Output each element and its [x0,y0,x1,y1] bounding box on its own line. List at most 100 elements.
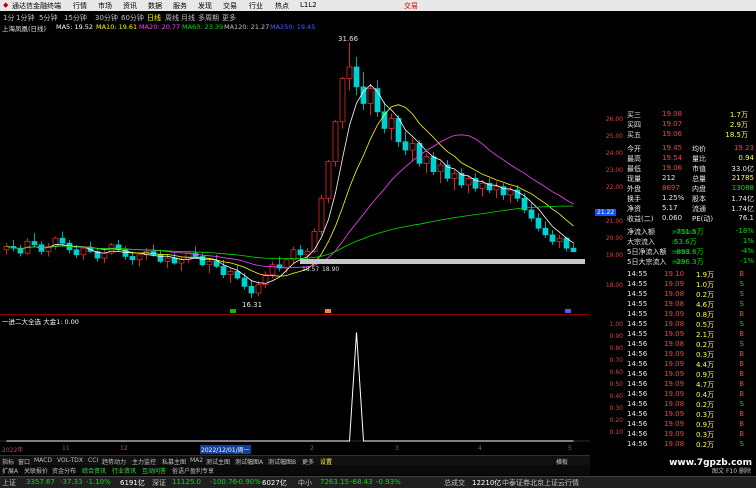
period-tab[interactable]: 60分钟 [121,13,144,23]
period-tab-selected[interactable]: 日线 [147,13,161,23]
side-tab[interactable]: F10 [726,468,737,475]
candle-body [570,247,577,252]
axis-tick: 20.00 [605,235,623,242]
axis-tick: 0.90 [609,333,623,340]
menu-item-hangqing[interactable]: 行情 [73,1,87,11]
flow-value: -893.6万 [674,248,704,256]
bottom-tab[interactable]: 关联报价 [24,466,48,475]
stat-value: 0.94 [738,154,754,162]
order-price: 19.06 [662,130,683,138]
tick-time: 14:56 [627,340,648,348]
app-logo-icon: ◆ [3,1,9,9]
candle-body [255,284,262,294]
menu-item-shichang[interactable]: 市场 [98,1,112,11]
bottom-tab[interactable]: 综合资讯 [82,466,106,475]
menu-item-redian[interactable]: 热点 [275,1,289,11]
tick-volume: 0.3万 [696,431,715,439]
tick-side: S [739,290,744,298]
candle-body [227,271,234,276]
candle-body [248,286,255,294]
tab-vol-tdx[interactable]: VOL-TDX [57,457,83,464]
bottom-tab[interactable]: 俗语户盈利专享 [172,466,214,475]
tick-volume: 0.2万 [696,441,715,449]
candle-body [241,277,248,287]
menu-item-hangye[interactable]: 行业 [249,1,263,11]
menu-item-zixun[interactable]: 资讯 [123,1,137,11]
status-item: -100.76 [210,478,238,486]
menu-bar: ◆ 通达信金融终端 行情 市场 资讯 数据 服务 发现 交易 行业 热点 L1L… [0,0,756,11]
candlestick-chart[interactable]: 31.66 16.31 18.57 18.90 [0,33,590,313]
menu-item-fuwu[interactable]: 服务 [173,1,187,11]
tick-time: 14:56 [627,360,648,368]
indicator-chart[interactable] [0,325,590,443]
tick-side: B [739,420,744,428]
period-tab[interactable]: 周线 [165,13,179,23]
tick-time: 14:55 [627,280,648,288]
tick-volume: 0.4万 [696,391,715,399]
candle-body [465,177,472,186]
flow-row: 大宗流入 53.6万 1% [626,237,756,247]
menu-item-faxian[interactable]: 发现 [198,1,212,11]
menu-item-l1l2[interactable]: L1L2 [300,1,317,9]
period-tab[interactable]: 15分钟 [64,13,87,23]
tick-time: 14:55 [627,290,648,298]
flow-label: 5日大宗流入 [627,258,667,266]
period-tab[interactable]: 5分钟 [39,13,57,23]
period-tab[interactable]: 多周期 [198,13,219,23]
tick-volume: 4.7万 [696,381,715,389]
indicator-line [6,332,574,442]
axis-tick: 0.20 [609,417,623,424]
flow-label: 净流入额 [627,228,655,236]
quote-panel: 买三 19.08 1.7万 买四 19.07 2.9万 买五 19.06 18.5万 今开 19.4… [626,110,756,449]
ma120-label: MA120: 21.27 [224,23,270,31]
tick-price: 19.08 [664,440,685,448]
ma5-line [6,84,574,284]
tick-volume: 1.0万 [696,281,715,289]
tick-volume: 0.2万 [696,341,715,349]
time-label: 4 [478,445,482,452]
bottom-tab[interactable]: 行业资讯 [112,466,136,475]
candle-body [493,186,500,191]
stat-value: 76.1 [738,214,754,222]
stat-label: PE(动) [692,215,714,223]
candle-body [430,156,437,173]
stat-label: 换手 [627,195,641,203]
candle-body [507,189,514,196]
bottom-tab[interactable]: 互动问答 [142,466,166,475]
axis-tick: 25.00 [605,133,623,140]
tab-cci[interactable]: CCI [88,457,98,464]
candle-body [528,209,535,219]
stat-value: 13088 [731,184,754,192]
period-tab-more[interactable]: 更多 [222,13,236,23]
stat-value: 21785 [731,174,754,182]
axis-tick: 18.00 [605,282,623,289]
axis-tick: 26.00 [605,116,623,123]
stat-label: 最高 [627,155,641,163]
current-price-band [300,259,585,264]
stat-value: 5.17 [662,204,678,212]
ma20-label: MA20: 20.77 [139,23,181,31]
tab-ma2[interactable]: MA2 [190,457,203,464]
candle-body [136,254,143,261]
cursor-date-label: 2022/12/01/周一 [200,445,251,454]
tick-row: 14:55 19.09 2.1万 B [626,330,756,340]
period-tab[interactable]: 月线 [181,13,195,23]
tab-macd[interactable]: MACD [34,457,52,464]
signal-marker-icon [325,309,331,313]
stat-label: 收益(二) [627,215,654,223]
candle-body [297,249,304,256]
candle-body [402,141,409,151]
period-tab[interactable]: 30分钟 [95,13,118,23]
bottom-tab[interactable]: 扩展A [2,466,18,475]
menu-item-jiaoyi[interactable]: 交易 [223,1,237,11]
period-tab[interactable]: 1分钟 [16,13,34,23]
candle-body [437,164,444,173]
menu-item-shuju[interactable]: 数据 [148,1,162,11]
period-tab[interactable]: 1分 [3,13,14,23]
bottom-tab[interactable]: 资金分布 [52,466,76,475]
tick-price: 19.09 [664,390,685,398]
side-tab[interactable]: 删除 [739,468,751,475]
side-tab[interactable]: 图文 [712,468,724,475]
stat-row: 外盘 8697 内盘 13088 [626,184,756,194]
trade-button[interactable]: 交易 [404,1,418,11]
